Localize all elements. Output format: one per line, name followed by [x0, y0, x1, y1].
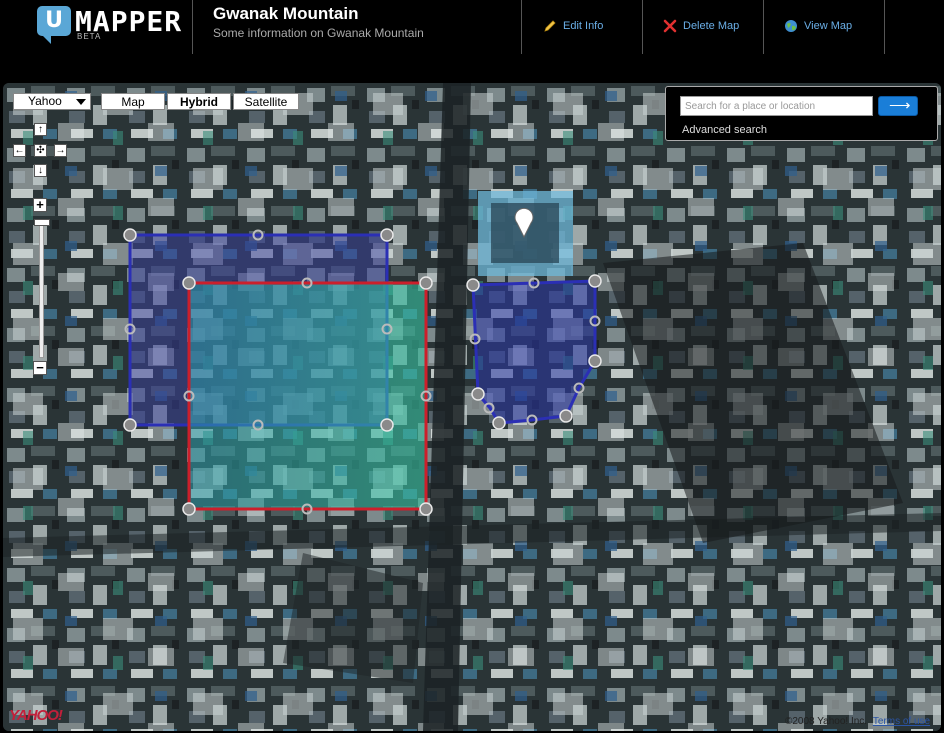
view-map-label: View Map — [804, 20, 853, 32]
header-divider — [763, 0, 764, 54]
delete-x-icon — [663, 19, 677, 33]
vertex-handle[interactable] — [492, 416, 506, 430]
logo-badge: U — [37, 6, 71, 44]
logo-beta-tag: BETA — [77, 32, 102, 41]
copyright-text: ©2008 Yahoo! Inc. — [785, 716, 868, 727]
yahoo-logo: YAHOO! — [9, 707, 63, 724]
zoom-out-button[interactable]: − — [33, 361, 47, 375]
vertex-handle[interactable] — [380, 418, 394, 432]
vertex-handle[interactable] — [588, 354, 602, 368]
vertex-handle[interactable] — [466, 278, 480, 292]
globe-icon — [785, 20, 797, 32]
red-rectangle-shape[interactable] — [187, 281, 428, 511]
header-divider — [642, 0, 643, 54]
edit-info-button[interactable]: Edit Info — [543, 19, 603, 33]
blue-polygon-shape[interactable] — [471, 279, 597, 425]
vertex-handle[interactable] — [419, 276, 433, 290]
pencil-icon — [544, 20, 556, 32]
header-divider — [192, 0, 193, 54]
header-divider — [884, 0, 885, 54]
pan-up-icon[interactable]: ↑ — [34, 123, 47, 136]
delete-map-label: Delete Map — [683, 20, 740, 32]
pan-center-icon[interactable]: ✣ — [34, 144, 47, 157]
delete-map-button[interactable]: Delete Map — [663, 19, 739, 33]
header-bar: U MAPPER BETA Gwanak Mountain Some infor… — [0, 0, 944, 82]
search-panel: Advanced search — [665, 86, 938, 141]
map-title: Gwanak Mountain — [213, 4, 359, 23]
search-submit-button[interactable] — [878, 96, 918, 116]
map-provider-select[interactable]: Yahoo — [13, 93, 91, 110]
location-marker-icon[interactable] — [512, 208, 536, 238]
map-type-map-button[interactable]: Map — [101, 93, 165, 110]
map-subtitle: Some information on Gwanak Mountain — [213, 26, 424, 40]
edit-info-label: Edit Info — [563, 20, 604, 32]
map-type-satellite-button[interactable]: Satellite — [233, 93, 299, 110]
vertex-handle[interactable] — [123, 418, 137, 432]
vertex-handle[interactable] — [182, 502, 196, 516]
vertex-handle[interactable] — [380, 228, 394, 242]
zoom-slider-track[interactable] — [39, 221, 44, 358]
search-input[interactable] — [680, 96, 873, 116]
vertex-handle[interactable] — [182, 276, 196, 290]
map-type-hybrid-button[interactable]: Hybrid — [167, 93, 231, 110]
drawn-shapes-layer — [123, 228, 602, 516]
copyright-notice: ©2008 Yahoo! Inc. Terms of use — [785, 716, 930, 727]
zoom-in-button[interactable]: + — [33, 198, 47, 212]
vertex-handle[interactable] — [588, 274, 602, 288]
terms-of-use-link[interactable]: Terms of use — [873, 716, 930, 727]
advanced-search-link[interactable]: Advanced search — [682, 124, 767, 136]
vertex-handle[interactable] — [419, 502, 433, 516]
vertex-handle[interactable] — [123, 228, 137, 242]
pan-down-icon[interactable]: ↓ — [34, 164, 47, 177]
map-canvas[interactable]: Yahoo Map Hybrid Satellite ↑ ← ✣ → ↓ + −… — [3, 83, 941, 731]
view-map-button[interactable]: View Map — [784, 19, 852, 33]
umapper-logo[interactable]: U MAPPER BETA — [37, 5, 187, 46]
vertex-handle[interactable] — [471, 387, 485, 401]
header-divider — [521, 0, 522, 54]
pan-right-icon[interactable]: → — [54, 144, 67, 157]
zoom-slider-handle[interactable] — [34, 219, 50, 226]
vertex-handle[interactable] — [559, 409, 573, 423]
pan-left-icon[interactable]: ← — [13, 144, 26, 157]
